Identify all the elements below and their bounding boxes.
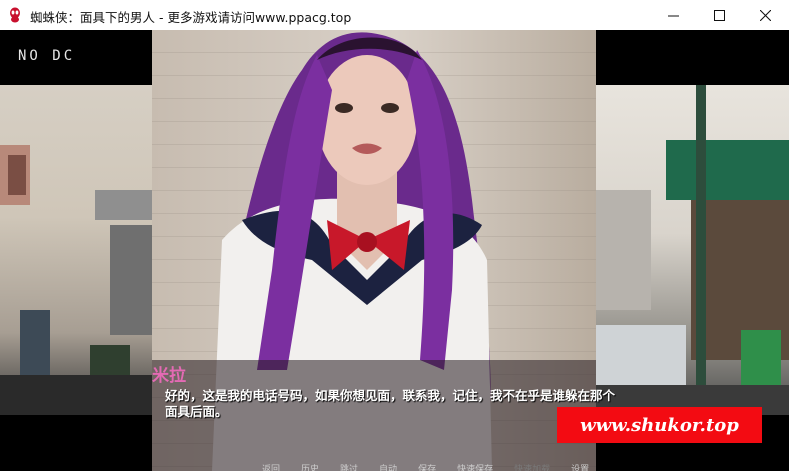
window-title: 蜘蛛侠：面具下的男人 - 更多游戏请访问www.ppacg.top [30, 10, 352, 25]
street-background-left [0, 85, 152, 415]
quick-menu-history[interactable]: 历史 [301, 462, 319, 471]
speaker-name: 米拉 [152, 366, 186, 386]
quick-menu-back[interactable]: 返回 [262, 462, 280, 471]
dialogue-text: 好的，这是我的电话号码，如果你想见面，联系我，记住，我不在乎是谁躲在那个面具后面… [165, 388, 616, 419]
quick-menu-auto[interactable]: 自动 [379, 462, 397, 471]
close-button[interactable] [742, 0, 788, 30]
close-icon [759, 9, 771, 21]
quick-menu: 返回 历史 跳过 自动 保存 快速保存 快速加载 设置 [262, 462, 610, 471]
quick-menu-save[interactable]: 保存 [418, 462, 436, 471]
street-scene-left [0, 145, 152, 415]
watermark-text: www.shukor.top [580, 414, 739, 436]
spider-app-icon [10, 7, 20, 23]
window-titlebar: 蜘蛛侠：面具下的男人 - 更多游戏请访问www.ppacg.top [0, 0, 789, 31]
street-background-right [596, 85, 789, 415]
maximize-button[interactable] [696, 0, 742, 30]
studio-logo: NO DC [18, 48, 76, 64]
watermark-banner: www.shukor.top [557, 407, 762, 443]
quick-menu-quick-save[interactable]: 快速保存 [457, 462, 493, 471]
quick-menu-settings[interactable]: 设置 [571, 462, 589, 471]
street-scene-right [596, 85, 789, 415]
quick-menu-quick-load[interactable]: 快速加载 [514, 462, 550, 471]
minimize-icon [667, 15, 679, 16]
game-viewport[interactable]: NO DC 米拉 好的，这是我的电话号码，如果你想见面，联系我，记住，我不在乎是… [0, 30, 789, 471]
maximize-icon [713, 9, 725, 21]
minimize-button[interactable] [650, 0, 696, 30]
quick-menu-skip[interactable]: 跳过 [340, 462, 358, 471]
